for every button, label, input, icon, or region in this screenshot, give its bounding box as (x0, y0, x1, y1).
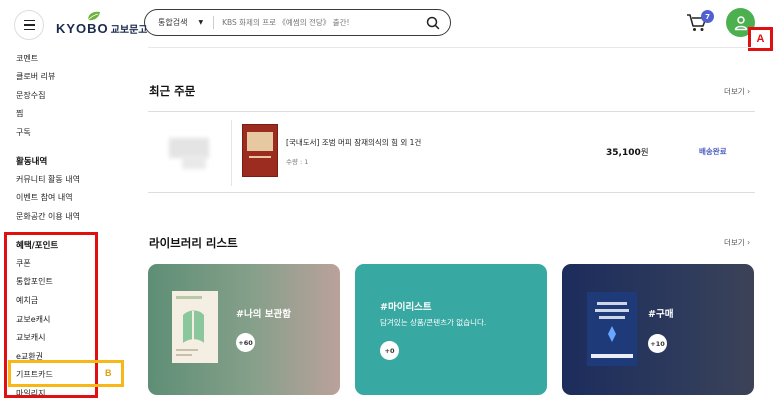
recent-orders-more-link[interactable]: 더보기 › (724, 86, 750, 97)
menu-icon (23, 19, 35, 22)
sidebar-item-subscription[interactable]: 구독 (16, 127, 31, 138)
book-cover-image (172, 291, 218, 363)
price-value: 35,100 (606, 148, 641, 158)
order-row[interactable]: [국내도서] 조범 머피 잠재의식의 힘 외 1건 수량 : 1 35,100원… (148, 111, 755, 193)
card-label: #나의 보관함 (236, 309, 291, 320)
card-label: #구매 (648, 309, 674, 320)
user-icon (734, 15, 747, 30)
sidebar-item-event-participation[interactable]: 이벤트 참여 내역 (16, 192, 73, 203)
sidebar-item-community-activity[interactable]: 커뮤니티 활동 내역 (16, 174, 80, 185)
sidebar-item-culture-space[interactable]: 문화공간 이용 내역 (16, 211, 80, 222)
count-badge: +0 (380, 341, 399, 360)
book-cover-image (587, 292, 637, 366)
order-status[interactable]: 배송완료 (699, 146, 727, 157)
leaf-icon (87, 11, 100, 21)
caret-down-icon[interactable]: ▼ (198, 19, 203, 26)
order-quantity: 수량 : 1 (286, 158, 309, 166)
sidebar-item-comment[interactable]: 코멘트 (16, 53, 38, 64)
menu-button[interactable] (14, 10, 44, 40)
cart-count-badge: 7 (701, 10, 714, 23)
count-badge: +60 (236, 333, 255, 352)
logo-text-ko: 교보문고 (110, 25, 148, 36)
order-product-title[interactable]: [국내도서] 조범 머피 잠재의식의 힘 외 1건 (286, 137, 421, 148)
search-bar: 통합검색 ▼ (144, 9, 451, 36)
sidebar-item-sentence-collection[interactable]: 문장수집 (16, 90, 45, 101)
sidebar-item-wishlist[interactable]: 찜 (16, 108, 23, 119)
library-list-title: 라이브러리 리스트 (149, 236, 238, 250)
search-category-select[interactable]: 통합검색 (158, 17, 187, 28)
card-label: #마이리스트 (380, 302, 432, 313)
book-cover-image[interactable] (242, 124, 278, 177)
order-price: 35,100원 (606, 146, 649, 158)
count-badge: +10 (648, 334, 667, 353)
logo-text-en: KYOBO (56, 21, 109, 36)
card-subtitle: 담겨있는 상품/콘텐츠가 없습니다. (380, 318, 487, 327)
blurred-thumbnail (161, 132, 219, 172)
kyobo-logo[interactable]: KYOBO 교보문고 (56, 11, 148, 36)
search-icon[interactable] (426, 16, 440, 30)
sidebar-item-clover-review[interactable]: 클로버 리뷰 (16, 71, 55, 82)
section-divider (148, 47, 755, 48)
library-card-my-storage[interactable]: #나의 보관함 +60 (148, 264, 340, 395)
library-card-purchase[interactable]: #구매 +10 (562, 264, 754, 395)
price-unit: 원 (640, 148, 649, 158)
search-input[interactable] (222, 18, 403, 27)
divider (231, 120, 232, 186)
library-card-my-list[interactable]: #마이리스트 담겨있는 상품/콘텐츠가 없습니다. +0 (355, 264, 547, 395)
library-more-link[interactable]: 더보기 › (724, 237, 750, 248)
recent-orders-title: 최근 주문 (149, 84, 196, 98)
sidebar-section-activity: 활동내역 (16, 157, 48, 167)
divider (213, 16, 215, 29)
annotation-b: B (105, 368, 112, 378)
